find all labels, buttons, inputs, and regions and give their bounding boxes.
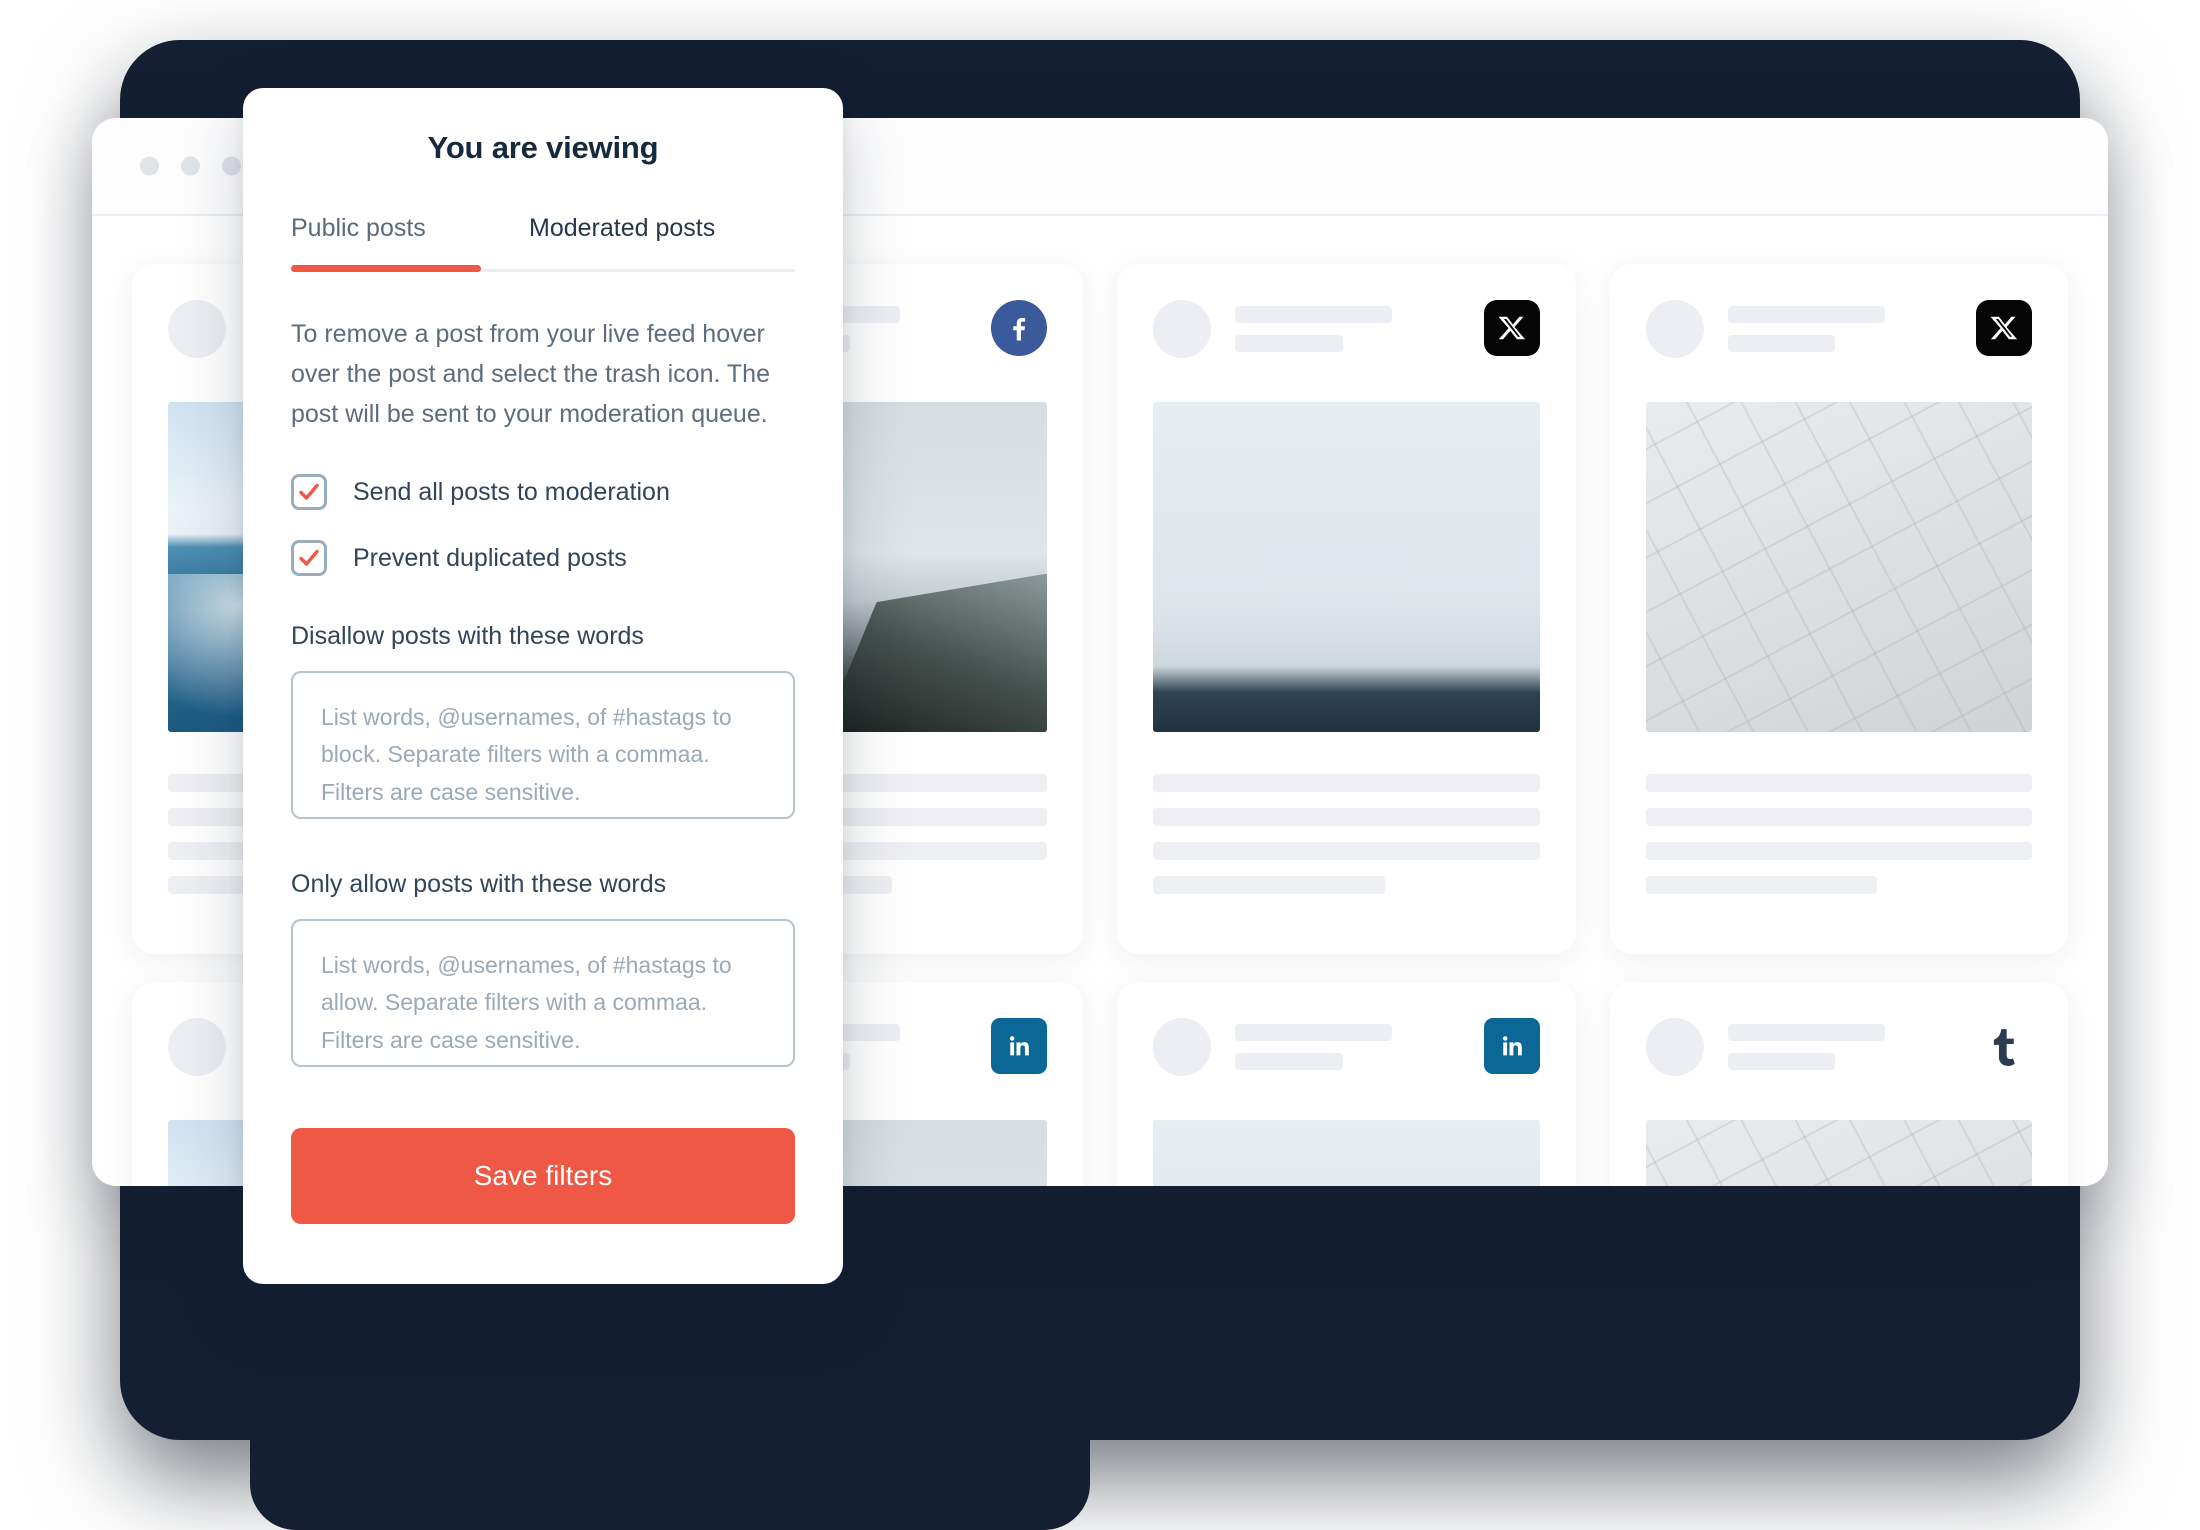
placeholder-line bbox=[1235, 1053, 1343, 1070]
network-badge-tumblr[interactable] bbox=[1976, 1018, 2032, 1074]
post-card-header bbox=[1645, 1018, 2033, 1094]
window-minimize-dot[interactable] bbox=[181, 156, 200, 176]
allow-words-input[interactable] bbox=[291, 919, 795, 1067]
placeholder-line bbox=[1727, 1024, 1885, 1041]
viewing-filters-modal: You are viewing Public posts Moderated p… bbox=[243, 88, 843, 1284]
post-author-placeholder bbox=[1727, 1018, 1953, 1082]
post-card[interactable] bbox=[1117, 264, 1576, 954]
tumblr-icon bbox=[1993, 1029, 2015, 1066]
checkbox-label-send-all-to-moderation: Send all posts to moderation bbox=[353, 477, 670, 506]
placeholder-line bbox=[1727, 335, 1836, 352]
avatar bbox=[1153, 1018, 1211, 1076]
x-twitter-icon bbox=[1498, 316, 1525, 340]
post-card-header bbox=[1153, 1018, 1540, 1094]
placeholder-line bbox=[1645, 808, 2032, 826]
placeholder-line bbox=[1235, 335, 1343, 352]
active-tab-underline bbox=[291, 265, 481, 272]
window-maximize-dot[interactable] bbox=[222, 156, 241, 176]
checkmark-icon bbox=[299, 483, 319, 500]
post-image bbox=[1645, 1120, 2032, 1186]
post-card-header bbox=[1645, 300, 2032, 376]
network-badge-twitter[interactable] bbox=[1483, 300, 1540, 356]
device-frame-bottom-tab bbox=[250, 1300, 1090, 1530]
network-badge-twitter[interactable] bbox=[1976, 300, 2032, 356]
post-card-header bbox=[1153, 300, 1540, 376]
window-close-dot[interactable] bbox=[140, 156, 159, 176]
checkbox-label-prevent-duplicated-posts: Prevent duplicated posts bbox=[353, 543, 627, 572]
network-badge-linkedin[interactable] bbox=[991, 1018, 1047, 1074]
post-text-placeholder bbox=[1645, 774, 2032, 894]
placeholder-line bbox=[1153, 876, 1385, 894]
label-allow-words: Only allow posts with these words bbox=[291, 870, 667, 898]
placeholder-line bbox=[1645, 876, 1878, 894]
avatar bbox=[1645, 1018, 1704, 1076]
post-author-placeholder bbox=[1727, 300, 1953, 364]
post-image bbox=[1645, 402, 2032, 732]
placeholder-line bbox=[1235, 306, 1393, 323]
checkmark-icon bbox=[299, 549, 319, 566]
window-controls bbox=[140, 156, 241, 176]
placeholder-line bbox=[1153, 842, 1540, 860]
linkedin-icon bbox=[1502, 1036, 1522, 1056]
label-disallow-words: Disallow posts with these words bbox=[291, 622, 644, 650]
placeholder-line bbox=[1153, 774, 1540, 792]
avatar bbox=[1645, 300, 1704, 358]
facebook-icon bbox=[1013, 318, 1026, 341]
tab-public-posts[interactable]: Public posts bbox=[291, 214, 481, 269]
post-author-placeholder bbox=[1235, 1018, 1460, 1082]
post-image bbox=[1153, 1120, 1540, 1186]
page-title: You are viewing bbox=[427, 130, 659, 165]
checkbox-row-send-all-to-moderation[interactable]: Send all posts to moderation bbox=[291, 474, 795, 510]
post-card[interactable] bbox=[1609, 264, 2068, 954]
placeholder-line bbox=[1727, 1053, 1836, 1070]
checkbox-prevent-duplicated-posts[interactable] bbox=[291, 540, 327, 576]
post-card[interactable] bbox=[1609, 982, 2068, 1186]
post-card[interactable] bbox=[1117, 982, 1576, 1186]
modal-tabs: Public posts Moderated posts bbox=[291, 214, 795, 272]
post-author-placeholder bbox=[1235, 300, 1460, 364]
placeholder-line bbox=[1153, 808, 1540, 826]
avatar bbox=[168, 300, 226, 358]
checkbox-row-prevent-duplicated-posts[interactable]: Prevent duplicated posts bbox=[291, 540, 795, 576]
placeholder-line bbox=[1727, 306, 1885, 323]
network-badge-facebook[interactable] bbox=[991, 300, 1047, 356]
placeholder-line bbox=[1235, 1024, 1393, 1041]
tab-moderated-posts[interactable]: Moderated posts bbox=[529, 214, 715, 269]
x-twitter-icon bbox=[1990, 316, 2018, 340]
post-image bbox=[1153, 402, 1540, 732]
avatar bbox=[1153, 300, 1211, 358]
moderation-instructions: To remove a post from your live feed hov… bbox=[291, 320, 770, 428]
placeholder-line bbox=[1645, 774, 2032, 792]
save-filters-button[interactable]: Save filters bbox=[291, 1128, 795, 1224]
checkbox-send-all-to-moderation[interactable] bbox=[291, 474, 327, 510]
linkedin-icon bbox=[1009, 1036, 1029, 1056]
placeholder-line bbox=[1645, 842, 2032, 860]
network-badge-linkedin[interactable] bbox=[1483, 1018, 1540, 1074]
disallow-words-input[interactable] bbox=[291, 671, 795, 819]
post-text-placeholder bbox=[1153, 774, 1540, 894]
avatar bbox=[168, 1018, 226, 1076]
